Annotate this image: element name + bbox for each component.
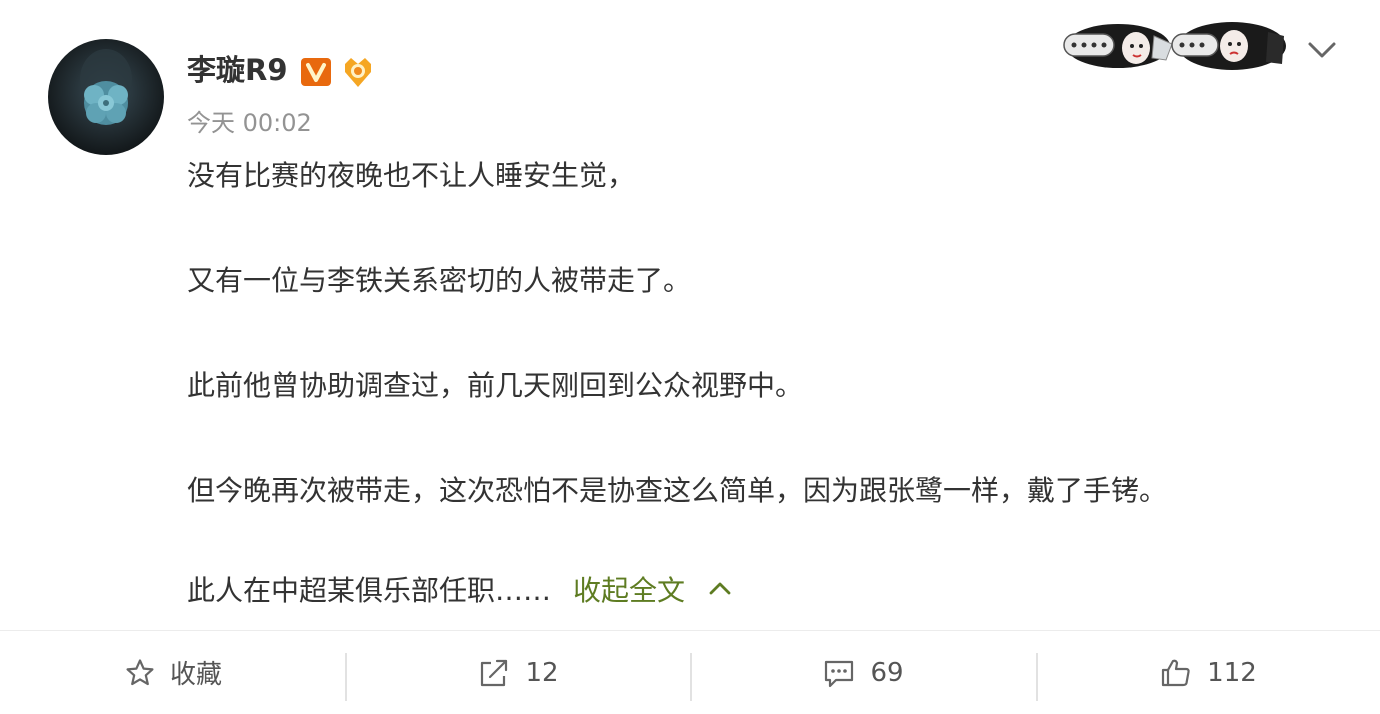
avatar[interactable] [48, 39, 164, 155]
favorite-label: 收藏 [169, 660, 222, 690]
repost-button[interactable]: 12 [346, 631, 690, 714]
emoji-sticker-icon [1063, 24, 1173, 68]
star-icon [126, 658, 154, 685]
chevron-down-icon[interactable] [1306, 36, 1338, 64]
comment-icon [825, 660, 854, 687]
comment-button[interactable]: 69 [690, 631, 1036, 714]
avatar-image [48, 39, 164, 155]
post-paragraph-text: 但今晚再次被带走，这次恐怕不是协查这么简单，因为跟张鹭一样，戴了手铐。 [187, 474, 1168, 507]
chevron-up-icon[interactable] [707, 578, 733, 598]
favorite-button[interactable]: 收藏 [0, 631, 346, 714]
repost-count: 12 [525, 657, 559, 688]
weibo-post-card: 李璇R9 今天 00:02 没有比赛的夜晚也不让人睡安生觉， 又有一位与李铁关系… [0, 0, 1380, 714]
like-count: 112 [1207, 657, 1257, 688]
emoji-sticker-icon-2 [1171, 22, 1286, 70]
comment-count: 69 [870, 657, 904, 688]
post-paragraph-text: 此人在中超某俱乐部任职…… [187, 574, 552, 607]
post-paragraph: 没有比赛的夜晚也不让人睡安生觉， [187, 159, 636, 192]
collapse-full-text-link[interactable]: 收起全文 [573, 574, 685, 607]
verified-v-icon [301, 58, 331, 86]
username[interactable]: 李璇R9 [187, 50, 288, 90]
like-button[interactable]: 112 [1036, 631, 1380, 714]
post-paragraph: 又有一位与李铁关系密切的人被带走了。 [187, 264, 692, 297]
thumbs-up-icon [1162, 659, 1190, 686]
repost-icon [481, 659, 508, 686]
fan-medal-icon[interactable] [340, 54, 376, 90]
post-paragraph: 此前他曾协助调查过，前几天刚回到公众视野中。 [187, 369, 804, 402]
post-paragraph-last: 此人在中超某俱乐部任职…… 收起全文 [187, 571, 733, 611]
post-action-bar: 收藏 12 69 112 [0, 631, 1380, 714]
post-timestamp[interactable]: 今天 00:02 [187, 106, 312, 140]
post-paragraph: 但今晚再次被带走，这次恐怕不是协查这么简单，因为跟张鹭一样，戴了手铐。 [187, 471, 1167, 511]
